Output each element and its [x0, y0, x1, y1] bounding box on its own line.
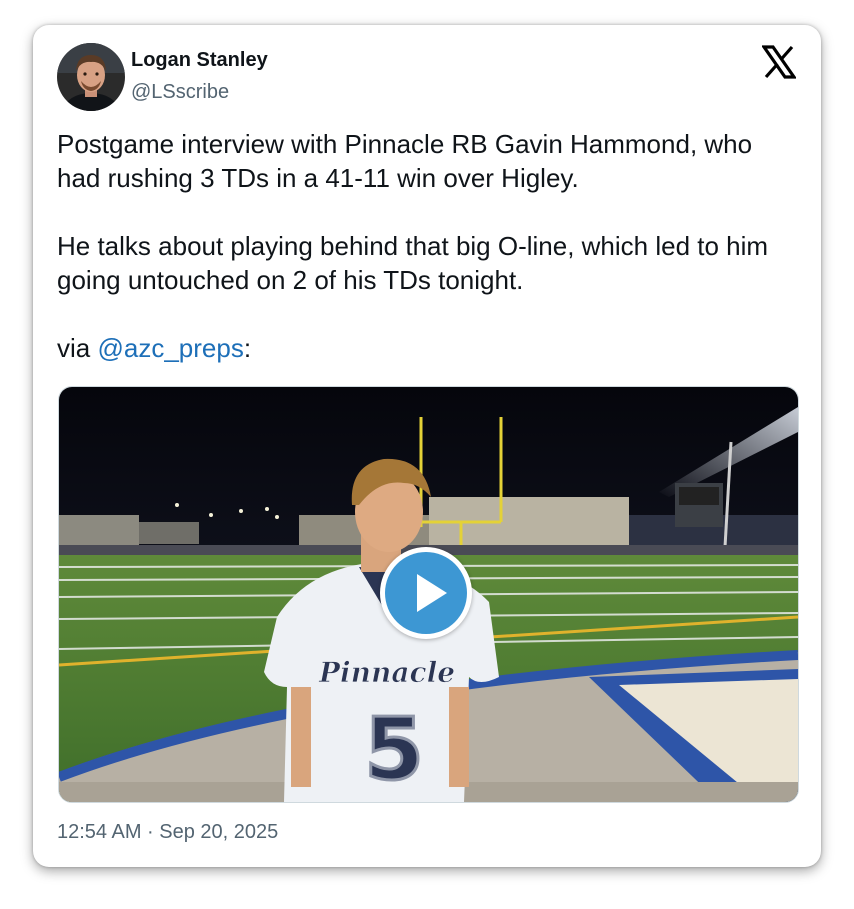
- play-button[interactable]: [380, 547, 472, 639]
- tweet-card: Logan Stanley @LSscribe Postgame intervi…: [33, 25, 821, 867]
- author-name[interactable]: Logan Stanley: [131, 49, 268, 72]
- via-prefix: via: [57, 333, 98, 363]
- avatar-image: [57, 43, 125, 111]
- tweet-paragraph: Postgame interview with Pinnacle RB Gavi…: [57, 129, 753, 193]
- tweet-via-line: via @azc_preps:: [57, 331, 797, 365]
- video-player[interactable]: Pinnacle 5: [58, 386, 799, 803]
- tweet-timestamp[interactable]: 12:54 AM · Sep 20, 2025: [57, 821, 278, 844]
- mention-link[interactable]: @azc_preps: [97, 333, 243, 363]
- jersey-team-text: Pinnacle: [318, 656, 455, 689]
- tweet-text: Postgame interview with Pinnacle RB Gavi…: [57, 127, 797, 365]
- tweet-paragraph: He talks about playing behind that big O…: [57, 231, 769, 295]
- author-handle[interactable]: @LSscribe: [131, 81, 229, 104]
- avatar[interactable]: [57, 43, 125, 111]
- play-icon: [417, 574, 447, 612]
- x-logo-icon[interactable]: [760, 45, 798, 79]
- via-suffix: :: [243, 333, 252, 363]
- jersey-number-text: 5: [364, 700, 424, 800]
